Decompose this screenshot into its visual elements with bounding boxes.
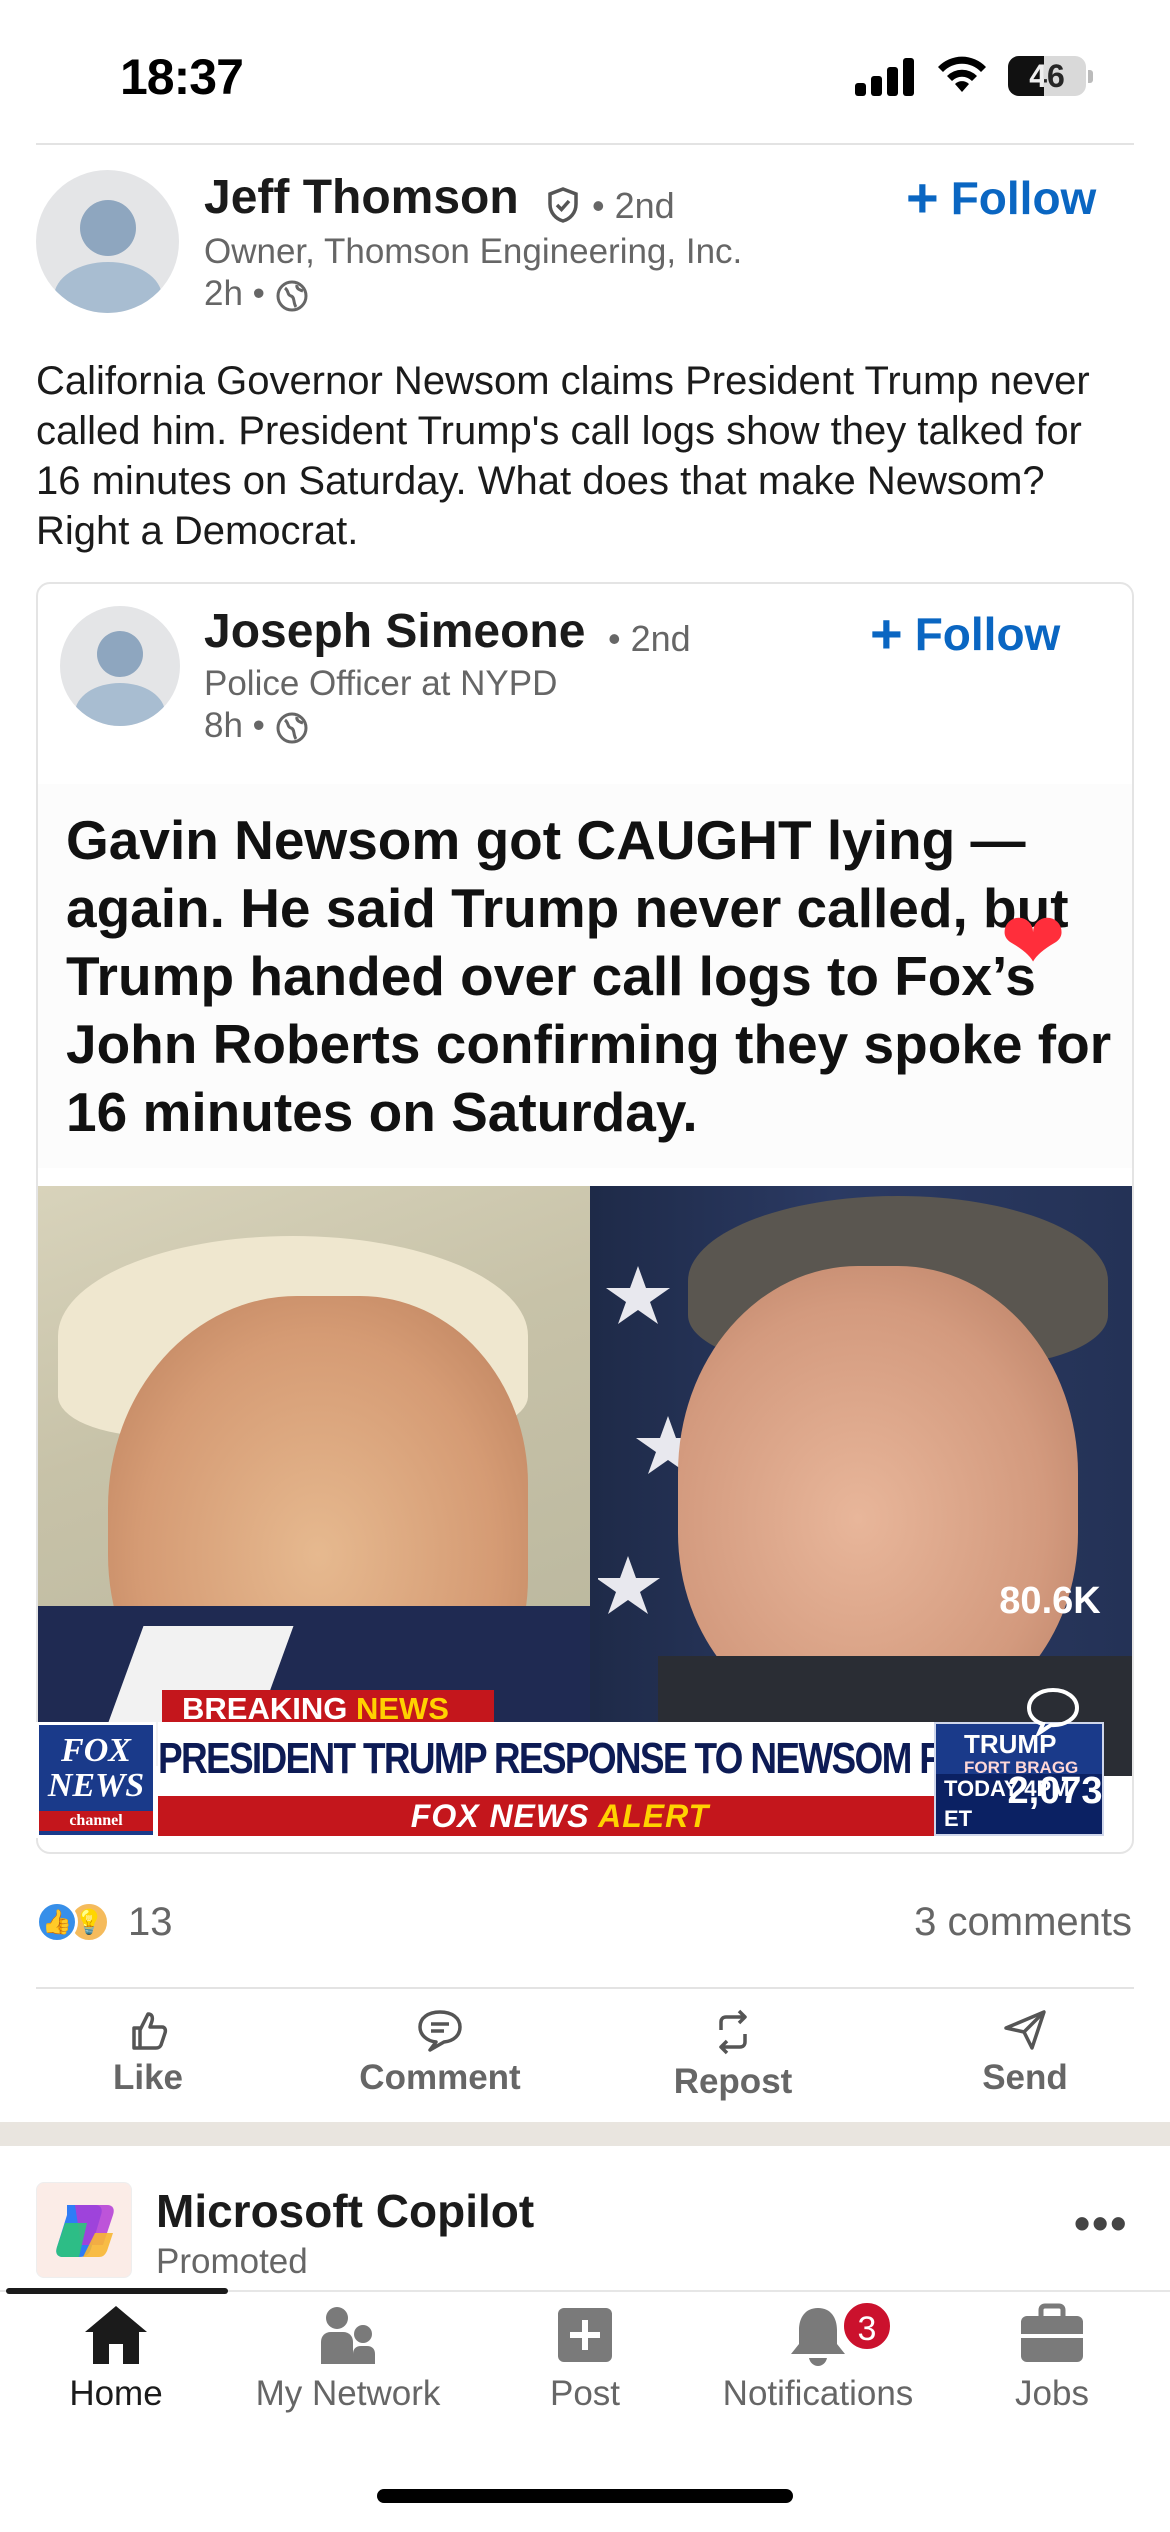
promoted-company-name[interactable]: Microsoft Copilot: [156, 2184, 534, 2238]
plus-icon: +: [870, 602, 903, 665]
reshare-post-time: 8h •: [204, 706, 309, 746]
reshare-connection-degree: • 2nd: [608, 618, 691, 659]
feed-separator: [0, 2122, 1170, 2146]
alert-word: ALERT: [598, 1798, 710, 1834]
breaking-news-word: NEWS: [355, 1691, 449, 1726]
comment-icon: [418, 2010, 462, 2052]
fox-logo-line1: FOX: [61, 1732, 131, 1769]
repost-label: Repost: [673, 2062, 793, 2101]
repost-icon: [719, 2009, 747, 2055]
author-name[interactable]: Jeff Thomson: [204, 170, 519, 225]
copilot-icon: [56, 2205, 114, 2257]
fox-news-alert-bar: FOX NEWS ALERT: [158, 1796, 962, 1836]
tab-post-label: Post: [549, 2374, 621, 2413]
comment-button[interactable]: Comment: [340, 2008, 540, 2098]
home-indicator: [377, 2489, 793, 2503]
send-label: Send: [982, 2058, 1068, 2097]
follow-button[interactable]: + Follow: [906, 170, 1096, 226]
reshare-follow-label: Follow: [914, 608, 1061, 660]
tab-home[interactable]: Home: [0, 2302, 236, 2414]
promoted-label: Promoted: [156, 2242, 308, 2281]
post-time-text: 2h •: [204, 274, 265, 313]
comment-label: Comment: [359, 2058, 521, 2097]
send-icon: [1004, 2010, 1046, 2050]
cellular-signal-icon: [855, 56, 915, 96]
tab-notifications-label: Notifications: [722, 2374, 914, 2413]
wifi-icon: [938, 56, 986, 92]
reaction-count: 13: [128, 1899, 173, 1944]
post-icon: [558, 2308, 612, 2362]
battery-icon: 46: [1008, 56, 1086, 96]
divider: [36, 1987, 1134, 1989]
reshare-author-headline: Police Officer at NYPD: [204, 664, 558, 703]
tab-my-network[interactable]: My Network: [228, 2302, 468, 2414]
tab-home-label: Home: [69, 2374, 163, 2413]
fox-news-logo: FOX NEWS channel: [36, 1722, 156, 1838]
fox-logo-line3: channel: [39, 1811, 153, 1831]
battery-level: 46: [1029, 58, 1065, 94]
comments-count-link[interactable]: 3 comments: [914, 1898, 1132, 1946]
battery-nub: [1088, 70, 1093, 83]
briefcase-icon: [1021, 2303, 1083, 2362]
reactions-summary[interactable]: 👍 💡 13: [36, 1898, 173, 1946]
thumbs-up-icon: [132, 2012, 168, 2050]
tab-post[interactable]: Post: [465, 2302, 705, 2414]
video-likes-count: 80.6K: [999, 1580, 1101, 1622]
copilot-logo[interactable]: [36, 2182, 132, 2278]
heart-icon[interactable]: ❤: [985, 893, 1081, 989]
send-button[interactable]: Send: [925, 2008, 1125, 2098]
globe-icon: [276, 712, 308, 744]
divider: [36, 143, 1134, 145]
alert-prefix: FOX NEWS: [410, 1798, 599, 1834]
more-options-button[interactable]: •••: [1074, 2196, 1128, 2250]
lower-third-headline: PRESIDENT TRUMP RESPONSE TO NEWSOM FEUD: [158, 1722, 1015, 1796]
post-time: 2h •: [204, 274, 309, 314]
reshared-post-card[interactable]: Joseph Simeone • 2nd Police Officer at N…: [36, 582, 1134, 1854]
notifications-badge: 3: [841, 2300, 893, 2352]
post-text: California Governor Newsom claims Presid…: [36, 359, 1090, 553]
like-reaction-icon: 👍: [36, 1901, 78, 1943]
repost-button[interactable]: Repost: [633, 2008, 833, 2102]
like-label: Like: [112, 2058, 184, 2097]
breaking-prefix: BREAKING: [182, 1691, 356, 1726]
plus-icon: +: [906, 166, 939, 229]
comment-bubble-icon[interactable]: [1025, 1686, 1081, 1736]
reshare-author-name[interactable]: Joseph Simeone: [204, 604, 585, 659]
like-button[interactable]: Like: [48, 2008, 248, 2098]
author-headline: Owner, Thomson Engineering, Inc.: [204, 232, 743, 271]
active-tab-indicator: [6, 2288, 228, 2294]
reshare-time-text: 8h •: [204, 706, 265, 745]
follow-label: Follow: [950, 172, 1097, 224]
reshare-headline: Gavin Newsom got CAUGHT lying — again. H…: [66, 809, 1112, 1143]
status-time: 18:37: [120, 49, 244, 105]
home-icon: [85, 2306, 147, 2364]
network-icon: [321, 2307, 375, 2364]
video-comments-count: 2,073: [1007, 1770, 1103, 1812]
reshare-follow-button[interactable]: + Follow: [870, 606, 1060, 662]
tab-my-network-label: My Network: [255, 2374, 441, 2413]
reshare-author-avatar[interactable]: [60, 606, 180, 726]
tab-jobs[interactable]: Jobs: [932, 2302, 1170, 2414]
verified-shield-icon: [548, 187, 578, 223]
connection-degree: • 2nd: [592, 185, 675, 226]
fox-logo-line2: NEWS: [47, 1767, 145, 1804]
tab-notifications[interactable]: Notifications: [698, 2302, 938, 2414]
globe-icon: [276, 280, 308, 312]
status-bar: 18:37 46: [0, 0, 1170, 140]
author-avatar[interactable]: [36, 170, 179, 313]
tab-jobs-label: Jobs: [1015, 2374, 1089, 2413]
